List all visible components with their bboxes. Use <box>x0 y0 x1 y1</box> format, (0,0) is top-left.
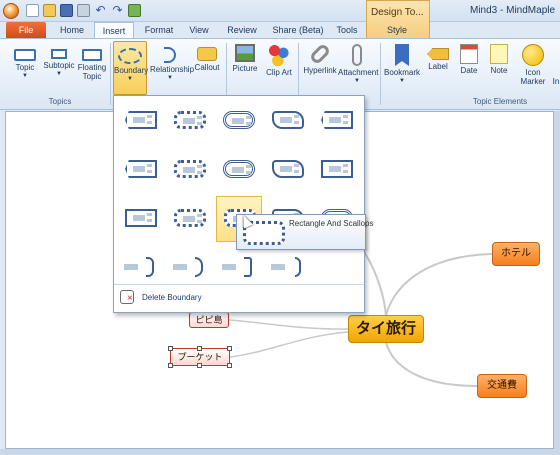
boundary-shape <box>272 160 304 178</box>
boundary-style-poly-fill[interactable] <box>118 155 164 185</box>
connector-hotel <box>385 253 493 317</box>
boundary-shape <box>272 111 304 129</box>
delete-boundary-label: Delete Boundary <box>142 293 202 302</box>
boundary-shape <box>125 209 157 227</box>
boundary-shape <box>223 111 255 129</box>
topic-traffic[interactable]: 交通費 <box>477 374 527 398</box>
topic-hotel[interactable]: ホテル <box>492 242 540 266</box>
boundary-style-wave-fill[interactable] <box>265 155 311 185</box>
brace-shape <box>222 257 256 277</box>
boundary-gallery: Delete Boundary <box>113 95 365 313</box>
brace-shape <box>124 257 158 277</box>
tooltip-text: Rectangle And Scallops <box>289 219 374 228</box>
topic-pipi[interactable]: ピピ島 <box>189 312 229 328</box>
app-window: ↶ ↷ Design To... Mind3 - MindMaple File … <box>0 0 560 455</box>
delete-boundary-icon <box>120 290 134 304</box>
boundary-style-cloud[interactable] <box>216 106 262 136</box>
connector-pipi <box>228 319 349 330</box>
boundary-style-brace-1[interactable] <box>118 253 164 283</box>
boundary-shape <box>321 111 353 129</box>
boundary-style-rect-fill[interactable] <box>314 155 360 185</box>
boundary-style-brace-3[interactable] <box>216 253 262 283</box>
boundary-style-rect[interactable] <box>118 106 164 136</box>
boundary-style-poly[interactable] <box>314 106 360 136</box>
boundary-style-cloud-fill[interactable] <box>216 155 262 185</box>
connector-phuket <box>229 331 349 358</box>
boundary-shape <box>223 160 255 178</box>
boundary-style-brace-4[interactable] <box>265 253 311 283</box>
brace-shape <box>173 257 207 277</box>
horizontal-scrollbar[interactable] <box>0 449 560 455</box>
boundary-style-rectangle[interactable] <box>118 204 164 234</box>
vertical-scrollbar[interactable] <box>554 111 560 449</box>
central-topic[interactable]: タイ旅行 <box>348 315 424 343</box>
selection-handle[interactable] <box>168 346 173 351</box>
selection-handle[interactable] <box>168 363 173 368</box>
selection-handle[interactable] <box>197 363 202 368</box>
boundary-style-scallops[interactable] <box>167 204 213 234</box>
brace-shape <box>271 257 305 277</box>
boundary-shape <box>125 111 157 129</box>
boundary-style-wave[interactable] <box>265 106 311 136</box>
boundary-shape <box>125 160 157 178</box>
boundary-shape <box>174 160 206 178</box>
selection-handle[interactable] <box>197 346 202 351</box>
gallery-divider <box>114 284 364 285</box>
boundary-style-brace-2[interactable] <box>167 253 213 283</box>
connector-traffic <box>385 341 478 387</box>
delete-boundary-item[interactable]: Delete Boundary <box>114 286 364 310</box>
boundary-shape <box>174 111 206 129</box>
boundary-tooltip: Rectangle And Scallops <box>236 214 374 250</box>
boundary-shape <box>321 160 353 178</box>
selection-handle[interactable] <box>227 363 232 368</box>
boundary-shape <box>174 209 206 227</box>
boundary-style-scallop[interactable] <box>167 106 213 136</box>
boundary-style-scallop-fill[interactable] <box>167 155 213 185</box>
selection-handle[interactable] <box>227 346 232 351</box>
